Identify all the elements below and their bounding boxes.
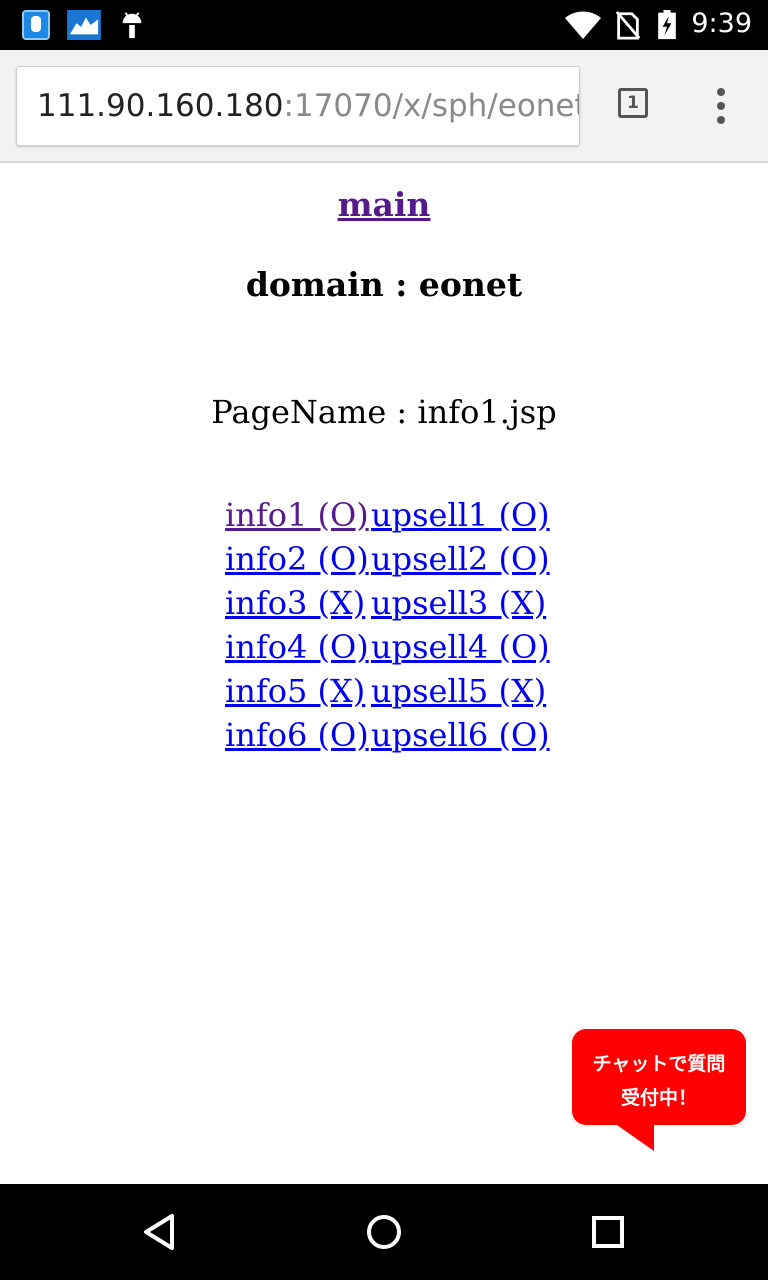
upsell3-link[interactable]: upsell3 (X) (371, 581, 546, 625)
domain-heading: domain : eonet (245, 265, 523, 304)
browser-toolbar: 111.90.160.180:17070/x/sph/eonet 1 (0, 50, 768, 163)
cloud-sync-icon (67, 10, 101, 40)
chat-label-line2: 受付中！ (620, 1087, 697, 1109)
tab-switcher-button[interactable]: 1 (618, 88, 648, 118)
main-link[interactable]: main (0, 185, 768, 224)
link-row: info6 (O) upsell6 (O) (225, 713, 550, 757)
link-row: info5 (X) upsell5 (X) (225, 669, 550, 713)
home-icon[interactable] (364, 1212, 404, 1252)
url-text[interactable]: 111.90.160.180:17070/x/sph/eonet (37, 87, 580, 125)
wifi-icon (565, 11, 601, 40)
link-row: info3 (X) upsell3 (X) (225, 581, 550, 625)
upsell4-link[interactable]: upsell4 (O) (371, 625, 550, 669)
link-row: info2 (O) upsell2 (O) (225, 537, 550, 581)
chat-bubble-tail (614, 1123, 654, 1151)
info1-link[interactable]: info1 (O) (225, 496, 369, 534)
info6-link[interactable]: info6 (O) (225, 716, 369, 754)
recents-icon[interactable] (588, 1212, 628, 1252)
upsell6-link[interactable]: upsell6 (O) (371, 713, 550, 757)
android-debug-icon (122, 12, 142, 39)
info3-link[interactable]: info3 (X) (225, 584, 365, 622)
url-host: 111.90.160.180 (37, 88, 284, 124)
info2-link[interactable]: info2 (O) (225, 540, 369, 578)
clock: 9:39 (691, 8, 752, 39)
app-notification-icon (22, 10, 50, 40)
url-bar[interactable]: 111.90.160.180:17070/x/sph/eonet (16, 66, 580, 146)
chat-label-line1: チャットで質問 (592, 1053, 726, 1075)
link-table: info1 (O) upsell1 (O) info2 (O) upsell2 … (225, 493, 550, 757)
page-name: PageName : info1.jsp (211, 393, 557, 431)
upsell2-link[interactable]: upsell2 (O) (371, 537, 550, 581)
info4-link[interactable]: info4 (O) (225, 628, 369, 666)
link-row: info1 (O) upsell1 (O) (225, 493, 550, 537)
status-bar: 9:39 (0, 0, 768, 50)
chat-bubble-box (570, 1027, 748, 1127)
overflow-menu-icon[interactable] (712, 88, 732, 124)
upsell1-link[interactable]: upsell1 (O) (371, 493, 550, 537)
url-path: :17070/x/sph/eonet (283, 88, 580, 124)
battery-charging-icon (658, 10, 676, 40)
link-row: info4 (O) upsell4 (O) (225, 625, 550, 669)
back-icon[interactable] (140, 1212, 180, 1252)
info5-link[interactable]: info5 (X) (225, 672, 365, 710)
navigation-bar (0, 1184, 768, 1280)
upsell5-link[interactable]: upsell5 (X) (371, 669, 546, 713)
chat-widget-button[interactable]: チャットで質問 受付中！ (570, 1027, 748, 1151)
no-sim-icon (615, 10, 641, 40)
